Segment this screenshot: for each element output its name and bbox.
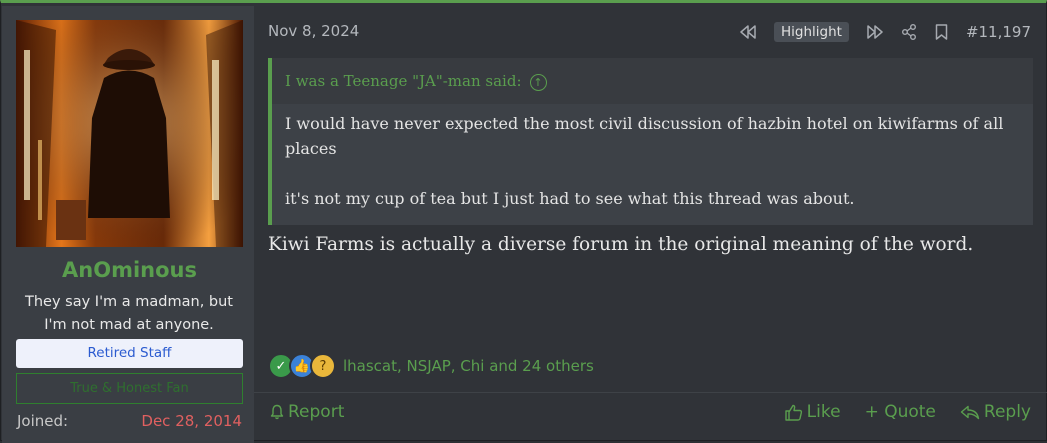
post-main: Nov 8, 2024 Highlight #11,197 I was a Te… xyxy=(254,6,1047,443)
bell-icon xyxy=(270,404,284,420)
reply-button[interactable]: Reply xyxy=(960,402,1031,422)
forum-post: AnOminous They say I'm a madman, but I'm… xyxy=(0,0,1047,443)
joined-label: Joined: xyxy=(17,412,69,430)
footer-actions: Like + Quote Reply xyxy=(761,402,1031,422)
share-icon[interactable] xyxy=(901,24,917,40)
thinking-reaction-icon: ? xyxy=(310,353,336,379)
like-button[interactable]: Like xyxy=(784,402,841,422)
quote-paragraph-1: I would have never expected the most civ… xyxy=(285,114,1004,158)
reaction-users[interactable]: lhascat, NSJAP, Chi and 24 others xyxy=(343,357,594,375)
bookmark-icon[interactable] xyxy=(935,24,948,40)
user-title-line1: They say I'm a madman, but xyxy=(25,294,233,310)
post-actions: Highlight #11,197 xyxy=(722,20,1031,44)
joined-date: Dec 28, 2014 xyxy=(141,412,242,430)
post-date[interactable]: Nov 8, 2024 xyxy=(268,22,359,40)
post-number[interactable]: #11,197 xyxy=(966,23,1031,41)
reply-label: Reply xyxy=(983,402,1031,422)
quote-button[interactable]: + Quote xyxy=(865,402,936,422)
report-label: Report xyxy=(288,402,345,422)
quote-header[interactable]: I was a Teenage "JA"-man said: ↑ xyxy=(272,58,1033,104)
thumbs-up-icon xyxy=(784,404,802,421)
avatar[interactable] xyxy=(16,20,243,247)
reactions-bar[interactable]: ✓ 👍 ? lhascat, NSJAP, Chi and 24 others xyxy=(268,353,594,379)
like-label: Like xyxy=(806,402,841,422)
quote-paragraph-2: it's not my cup of tea but I just had to… xyxy=(285,189,855,208)
quote-label: + Quote xyxy=(864,402,936,422)
fast-forward-icon[interactable] xyxy=(867,25,883,39)
quote-body: I would have never expected the most civ… xyxy=(272,104,1033,211)
footer-divider xyxy=(254,392,1047,393)
report-button[interactable]: Report xyxy=(270,402,344,422)
user-title: They say I'm a madman, but I'm not mad a… xyxy=(14,291,244,337)
user-title-line2: I'm not mad at anyone. xyxy=(44,317,214,333)
true-honest-fan-badge: True & Honest Fan xyxy=(16,373,243,404)
arrow-up-circle-icon[interactable]: ↑ xyxy=(529,73,547,91)
reply-icon xyxy=(960,405,980,419)
retired-staff-badge: Retired Staff xyxy=(16,339,243,368)
quote-block: I was a Teenage "JA"-man said: ↑ I would … xyxy=(268,58,1033,225)
username[interactable]: AnOminous xyxy=(2,258,257,282)
quote-author[interactable]: I was a Teenage "JA"-man said: xyxy=(285,72,522,90)
post-message: Kiwi Farms is actually a diverse forum i… xyxy=(268,234,974,255)
highlight-button[interactable]: Highlight xyxy=(773,22,849,42)
user-panel: AnOminous They say I'm a madman, but I'm… xyxy=(2,6,254,443)
rewind-icon[interactable] xyxy=(740,25,756,39)
